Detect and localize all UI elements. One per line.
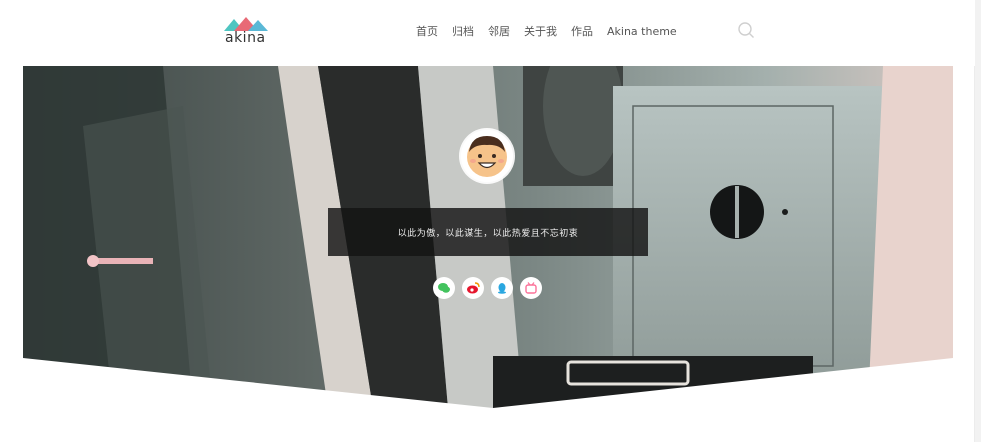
search-icon[interactable] bbox=[737, 21, 755, 39]
nav-item-works[interactable]: 作品 bbox=[571, 23, 593, 39]
wechat-icon bbox=[438, 283, 450, 293]
site-header: akina 首页 归档 邻居 关于我 作品 Akina theme bbox=[0, 0, 975, 66]
wechat-link[interactable] bbox=[433, 277, 455, 299]
page-scrollbar[interactable] bbox=[974, 0, 981, 442]
main-nav: 首页 归档 邻居 关于我 作品 Akina theme bbox=[416, 21, 691, 41]
avatar[interactable] bbox=[461, 130, 513, 182]
motto-text: 以此为傲，以此谋生，以此热爱且不忘初衷 bbox=[397, 228, 579, 239]
qq-icon bbox=[498, 283, 506, 294]
site-logo[interactable]: akina bbox=[222, 16, 270, 46]
hero-banner: 以此为傲，以此谋生，以此热爱且不忘初衷 bbox=[23, 66, 953, 408]
nav-item-akina-theme[interactable]: Akina theme bbox=[607, 25, 677, 38]
weibo-icon bbox=[467, 282, 480, 294]
motto-box: 以此为傲，以此谋生，以此热爱且不忘初衷 bbox=[328, 208, 648, 256]
qq-link[interactable] bbox=[491, 277, 513, 299]
nav-item-about[interactable]: 关于我 bbox=[524, 23, 557, 39]
social-links bbox=[433, 277, 549, 299]
logo-text: akina bbox=[225, 30, 266, 46]
weibo-link[interactable] bbox=[462, 277, 484, 299]
nav-item-home[interactable]: 首页 bbox=[416, 23, 438, 39]
nav-item-friends[interactable]: 邻居 bbox=[488, 23, 510, 39]
bilibili-icon bbox=[525, 282, 537, 294]
avatar-face-icon bbox=[461, 130, 513, 182]
nav-item-archive[interactable]: 归档 bbox=[452, 23, 474, 39]
bilibili-link[interactable] bbox=[520, 277, 542, 299]
